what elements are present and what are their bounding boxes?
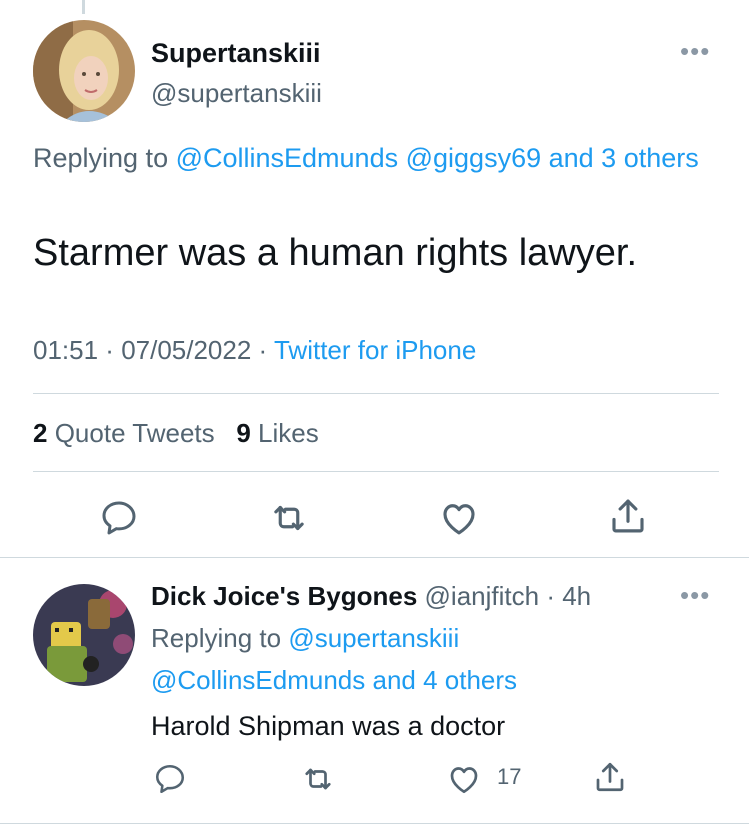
mention-link[interactable]: @CollinsEdmunds [151, 665, 365, 695]
like-icon[interactable] [438, 497, 480, 539]
tweet-meta: 01:51 · 07/05/2022 · Twitter for iPhone [33, 335, 477, 365]
like-icon[interactable] [446, 761, 482, 797]
avatar[interactable] [33, 20, 135, 122]
likes-stat[interactable]: 9 Likes [236, 418, 318, 448]
user-handle[interactable]: @ianjfitch [425, 581, 540, 611]
replying-label: Replying to [151, 623, 289, 653]
more-icon[interactable]: ••• [680, 36, 710, 67]
tweet-source[interactable]: Twitter for iPhone [274, 335, 476, 365]
mention-link[interactable]: @supertanskiii [288, 623, 459, 653]
like-count: 17 [497, 764, 522, 789]
others-link[interactable]: and 4 others [373, 665, 518, 695]
avatar-image [33, 584, 135, 686]
divider [33, 393, 719, 394]
display-name[interactable]: Supertanskiii [151, 38, 321, 69]
reply-icon[interactable] [153, 762, 187, 796]
tweet-age[interactable]: 4h [562, 581, 591, 611]
display-name[interactable]: Dick Joice's Bygones [151, 581, 417, 611]
tweet-time[interactable]: 01:51 [33, 335, 98, 365]
tweet-text: Starmer was a human rights lawyer. [33, 232, 638, 274]
divider [0, 557, 749, 558]
share-icon[interactable] [592, 759, 628, 795]
more-icon[interactable]: ••• [680, 580, 710, 611]
share-icon[interactable] [607, 495, 649, 537]
tweet-date[interactable]: 07/05/2022 [121, 335, 251, 365]
others-link[interactable]: and 3 others [549, 143, 699, 173]
retweet-icon[interactable] [300, 761, 336, 797]
divider [33, 471, 719, 472]
avatar[interactable] [33, 584, 135, 686]
replying-to: Replying to @CollinsEdmunds @giggsy69 an… [33, 138, 713, 179]
replying-to: Replying to @supertanskiii @CollinsEdmund… [151, 617, 671, 701]
divider [0, 823, 749, 824]
mention-link[interactable]: @CollinsEdmunds [176, 143, 399, 173]
thread-line [82, 0, 85, 14]
avatar-image [33, 20, 135, 122]
tweet-text: Harold Shipman was a doctor [151, 711, 506, 741]
user-handle[interactable]: @supertanskiii [151, 78, 322, 109]
reply-icon[interactable] [99, 498, 139, 538]
mention-link[interactable]: @giggsy69 [406, 143, 542, 173]
replying-label: Replying to [33, 143, 176, 173]
retweet-icon[interactable] [268, 497, 310, 539]
reply-header: Dick Joice's Bygones @ianjfitch · 4h [151, 581, 592, 611]
quote-tweets-stat[interactable]: 2 Quote Tweets [33, 418, 215, 448]
engagement-stats: 2 Quote Tweets 9 Likes [33, 418, 319, 449]
